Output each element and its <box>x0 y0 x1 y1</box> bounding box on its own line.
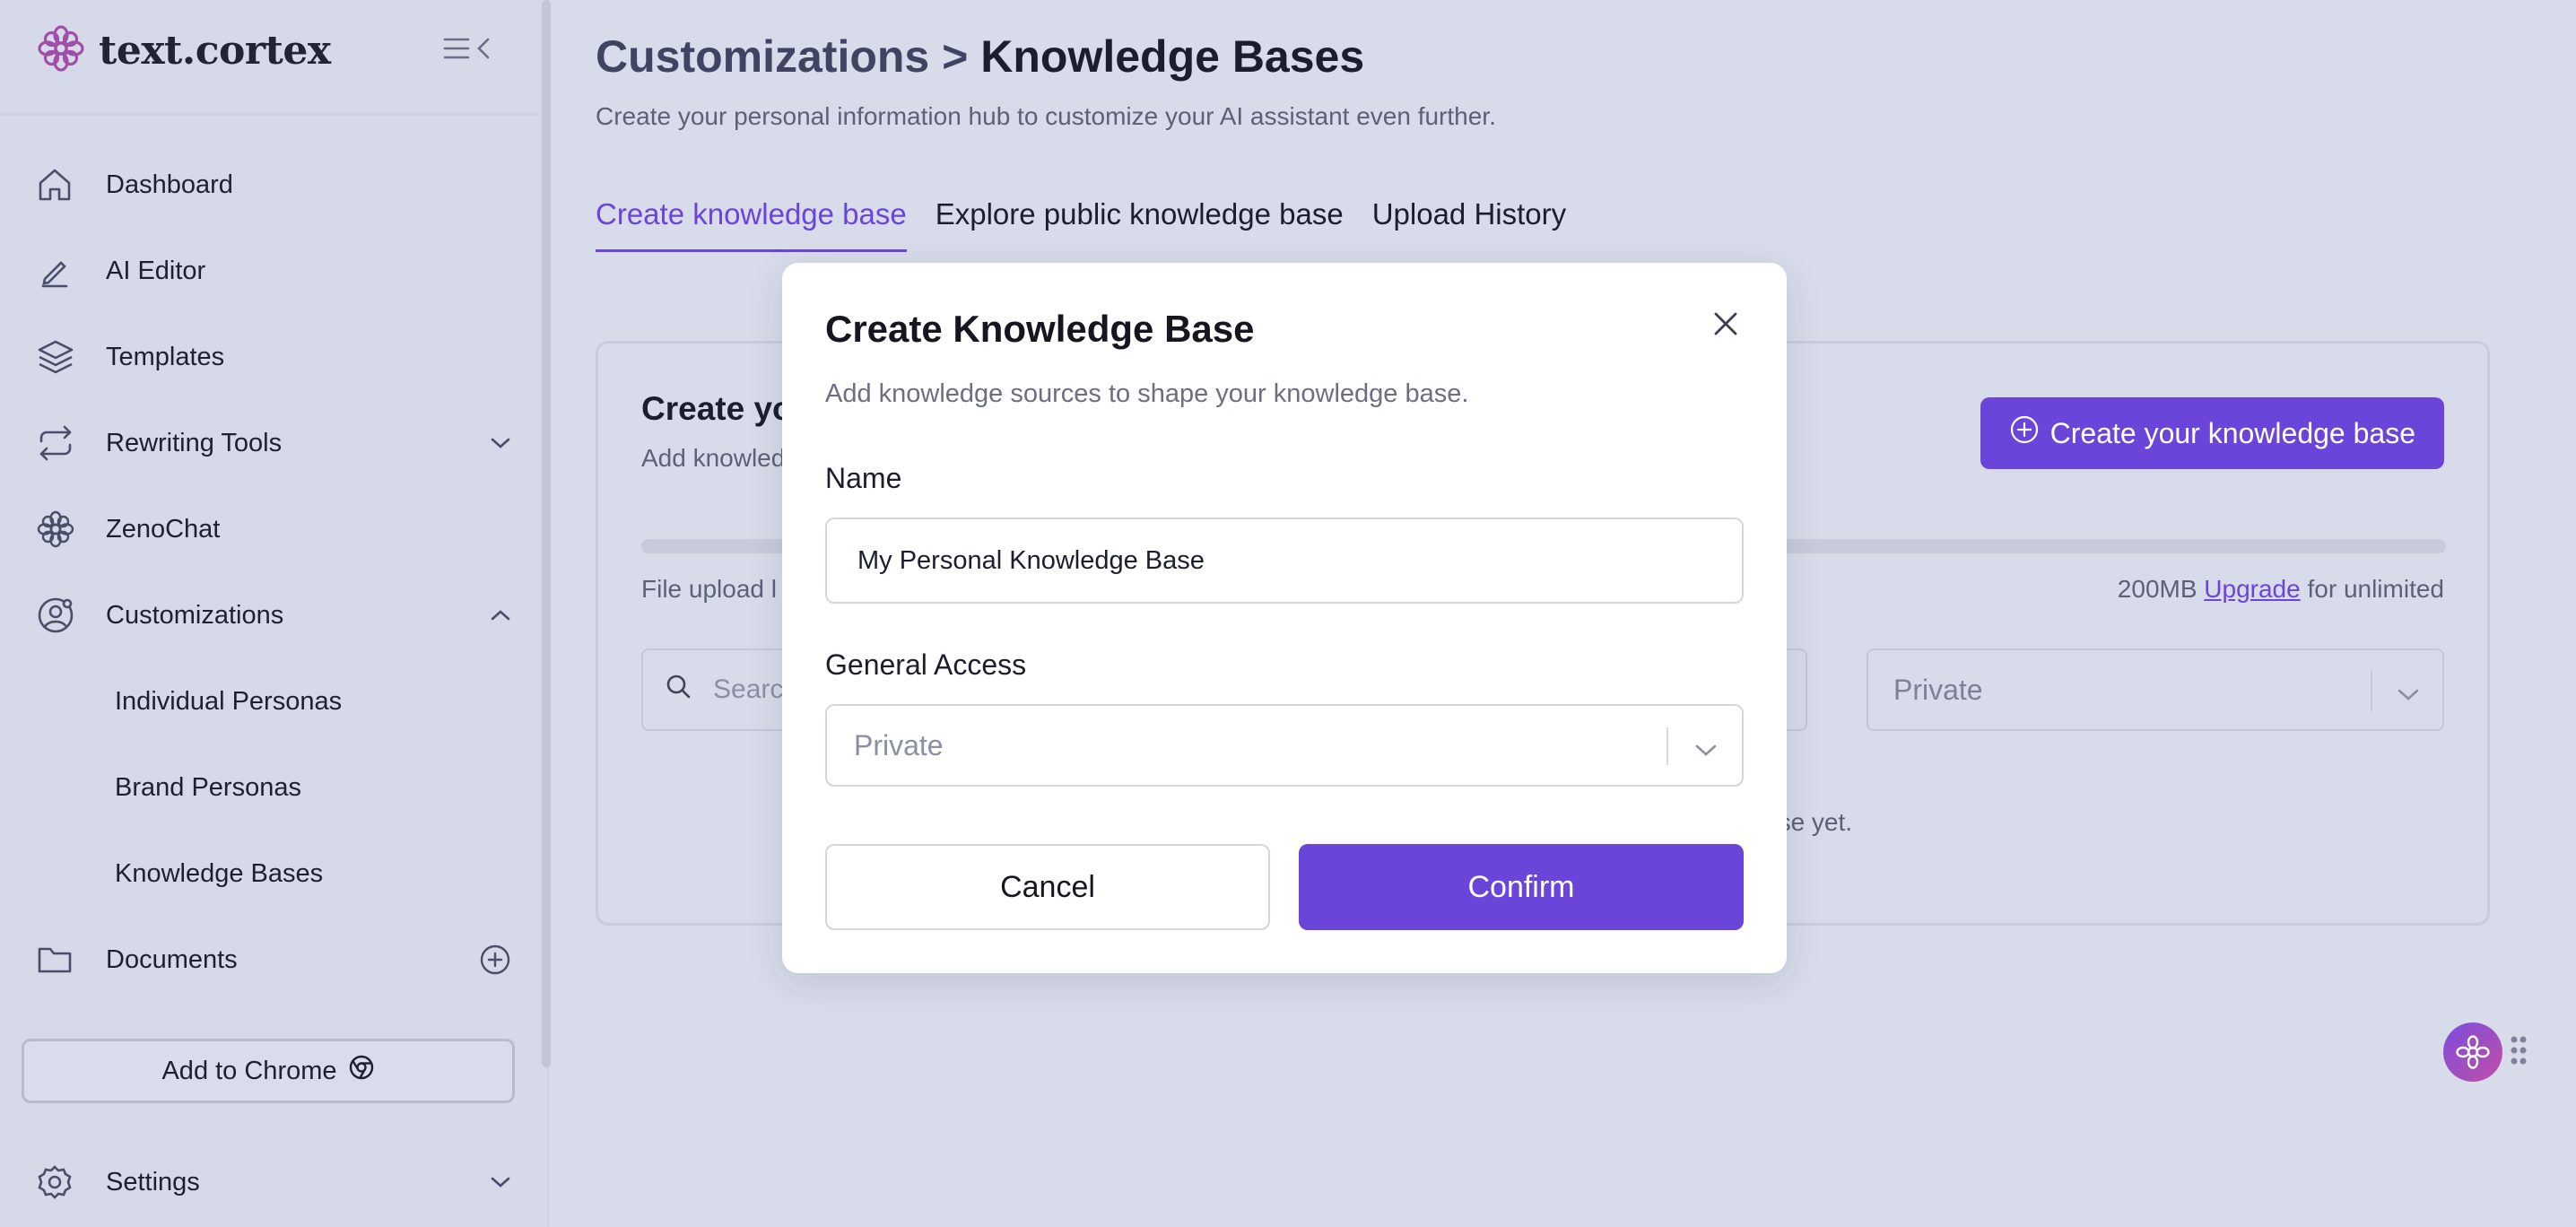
create-knowledge-base-button[interactable]: Create your knowledge base <box>1980 397 2444 469</box>
sidebar: text.cortex Dashboard AI Editor Template… <box>0 0 549 1227</box>
access-filter-value: Private <box>1893 673 1983 706</box>
sidebar-item-label: Knowledge Bases <box>115 858 324 888</box>
brand-logo[interactable]: text.cortex <box>36 23 331 78</box>
tab-explore-public-knowledge-base[interactable]: Explore public knowledge base <box>936 197 1344 252</box>
storage-amount: 200MB <box>2117 575 2197 603</box>
sidebar-item-brand-personas[interactable]: Brand Personas <box>115 752 509 823</box>
floating-assistant-widget[interactable] <box>2443 1022 2528 1082</box>
chevron-down-icon[interactable] <box>490 437 511 449</box>
select-separator <box>1667 727 1668 765</box>
sidebar-item-label: AI Editor <box>106 256 206 285</box>
sidebar-item-label: Rewriting Tools <box>106 428 283 457</box>
storage-suffix: for unlimited <box>2307 575 2444 603</box>
chrome-icon <box>348 1054 375 1088</box>
sidebar-item-ai-editor[interactable]: AI Editor <box>36 235 511 307</box>
pen-icon <box>36 252 106 290</box>
chevron-down-icon <box>1693 733 1719 766</box>
sidebar-item-customizations[interactable]: Customizations <box>36 579 511 651</box>
home-icon <box>36 166 106 204</box>
modal-title: Create Knowledge Base <box>825 308 1255 350</box>
sidebar-item-label: Templates <box>106 342 225 371</box>
general-access-label: General Access <box>825 648 1027 681</box>
sidebar-item-label: Documents <box>106 944 238 974</box>
brand-name: text.cortex <box>99 27 331 74</box>
access-filter-select[interactable]: Private <box>1867 648 2444 731</box>
sidebar-item-templates[interactable]: Templates <box>36 321 511 393</box>
add-to-chrome-label: Add to Chrome <box>161 1056 337 1085</box>
general-access-value: Private <box>854 728 944 761</box>
sidebar-item-dashboard[interactable]: Dashboard <box>36 149 511 221</box>
page-title: Customizations > Knowledge Bases <box>596 30 1364 83</box>
sidebar-divider <box>0 113 538 116</box>
flower-icon <box>36 509 106 549</box>
tab-upload-history[interactable]: Upload History <box>1372 197 1566 252</box>
sidebar-settings-label: Settings <box>106 1167 200 1197</box>
upgrade-link[interactable]: Upgrade <box>2204 575 2300 603</box>
textcortex-logo-icon <box>36 23 86 78</box>
sidebar-item-zenochat[interactable]: ZenoChat <box>36 493 511 565</box>
user-circle-icon <box>36 596 106 635</box>
breadcrumb-current: Knowledge Bases <box>980 31 1365 82</box>
storage-limit-text: 200MB Upgrade for unlimited <box>2118 575 2444 604</box>
select-separator <box>2371 670 2372 711</box>
create-knowledge-base-modal: Create Knowledge Base Add knowledge sour… <box>782 263 1787 973</box>
breadcrumb-parent[interactable]: Customizations > <box>596 31 968 82</box>
sidebar-item-label: Brand Personas <box>115 772 301 802</box>
sidebar-item-individual-personas[interactable]: Individual Personas <box>115 666 509 737</box>
sidebar-item-settings[interactable]: Settings <box>36 1146 511 1218</box>
zenochat-bubble-icon[interactable] <box>2443 1022 2502 1082</box>
plus-circle-icon <box>2009 414 2040 452</box>
close-icon <box>1712 310 1739 342</box>
layers-icon <box>36 337 106 377</box>
add-to-chrome-button[interactable]: Add to Chrome <box>22 1039 515 1103</box>
collapse-sidebar-button[interactable] <box>439 32 502 68</box>
sidebar-item-label: Customizations <box>106 600 284 630</box>
name-label: Name <box>825 462 902 494</box>
sidebar-scrollbar[interactable] <box>542 0 551 1067</box>
tab-create-knowledge-base[interactable]: Create knowledge base <box>596 197 907 252</box>
folder-icon <box>36 941 106 979</box>
card-title: Create yo <box>641 390 793 427</box>
modal-subtitle: Add knowledge sources to shape your know… <box>825 379 1469 408</box>
create-knowledge-base-label: Create your knowledge base <box>2049 416 2415 449</box>
file-upload-label: File upload l <box>641 575 777 603</box>
sidebar-item-documents[interactable]: Documents <box>36 924 511 996</box>
sidebar-item-knowledge-bases[interactable]: Knowledge Bases <box>115 838 509 909</box>
card-subtitle: Add knowled <box>641 444 786 472</box>
drag-handle-icon[interactable] <box>2510 1035 2528 1070</box>
sidebar-item-label: Individual Personas <box>115 686 343 716</box>
page-subtitle: Create your personal information hub to … <box>596 102 1496 130</box>
sidebar-item-label: Dashboard <box>106 170 233 199</box>
search-icon <box>665 673 692 707</box>
cancel-button[interactable]: Cancel <box>825 844 1270 930</box>
chevron-up-icon[interactable] <box>490 609 511 622</box>
add-document-icon[interactable] <box>479 944 511 976</box>
repeat-icon <box>36 423 106 463</box>
gear-icon <box>36 1163 106 1201</box>
confirm-button[interactable]: Confirm <box>1299 844 1744 930</box>
sidebar-item-label: ZenoChat <box>106 514 221 544</box>
general-access-select[interactable]: Private <box>825 704 1744 787</box>
collapse-sidebar-icon <box>441 34 500 67</box>
knowledge-base-name-input[interactable] <box>825 518 1744 604</box>
tab-bar: Create knowledge base Explore public kno… <box>596 197 1566 252</box>
close-modal-button[interactable] <box>1708 308 1744 344</box>
chevron-down-icon[interactable] <box>490 1176 511 1188</box>
search-placeholder: Searc <box>713 674 784 704</box>
sidebar-item-rewriting-tools[interactable]: Rewriting Tools <box>36 407 511 479</box>
chevron-down-icon <box>2396 677 2421 710</box>
